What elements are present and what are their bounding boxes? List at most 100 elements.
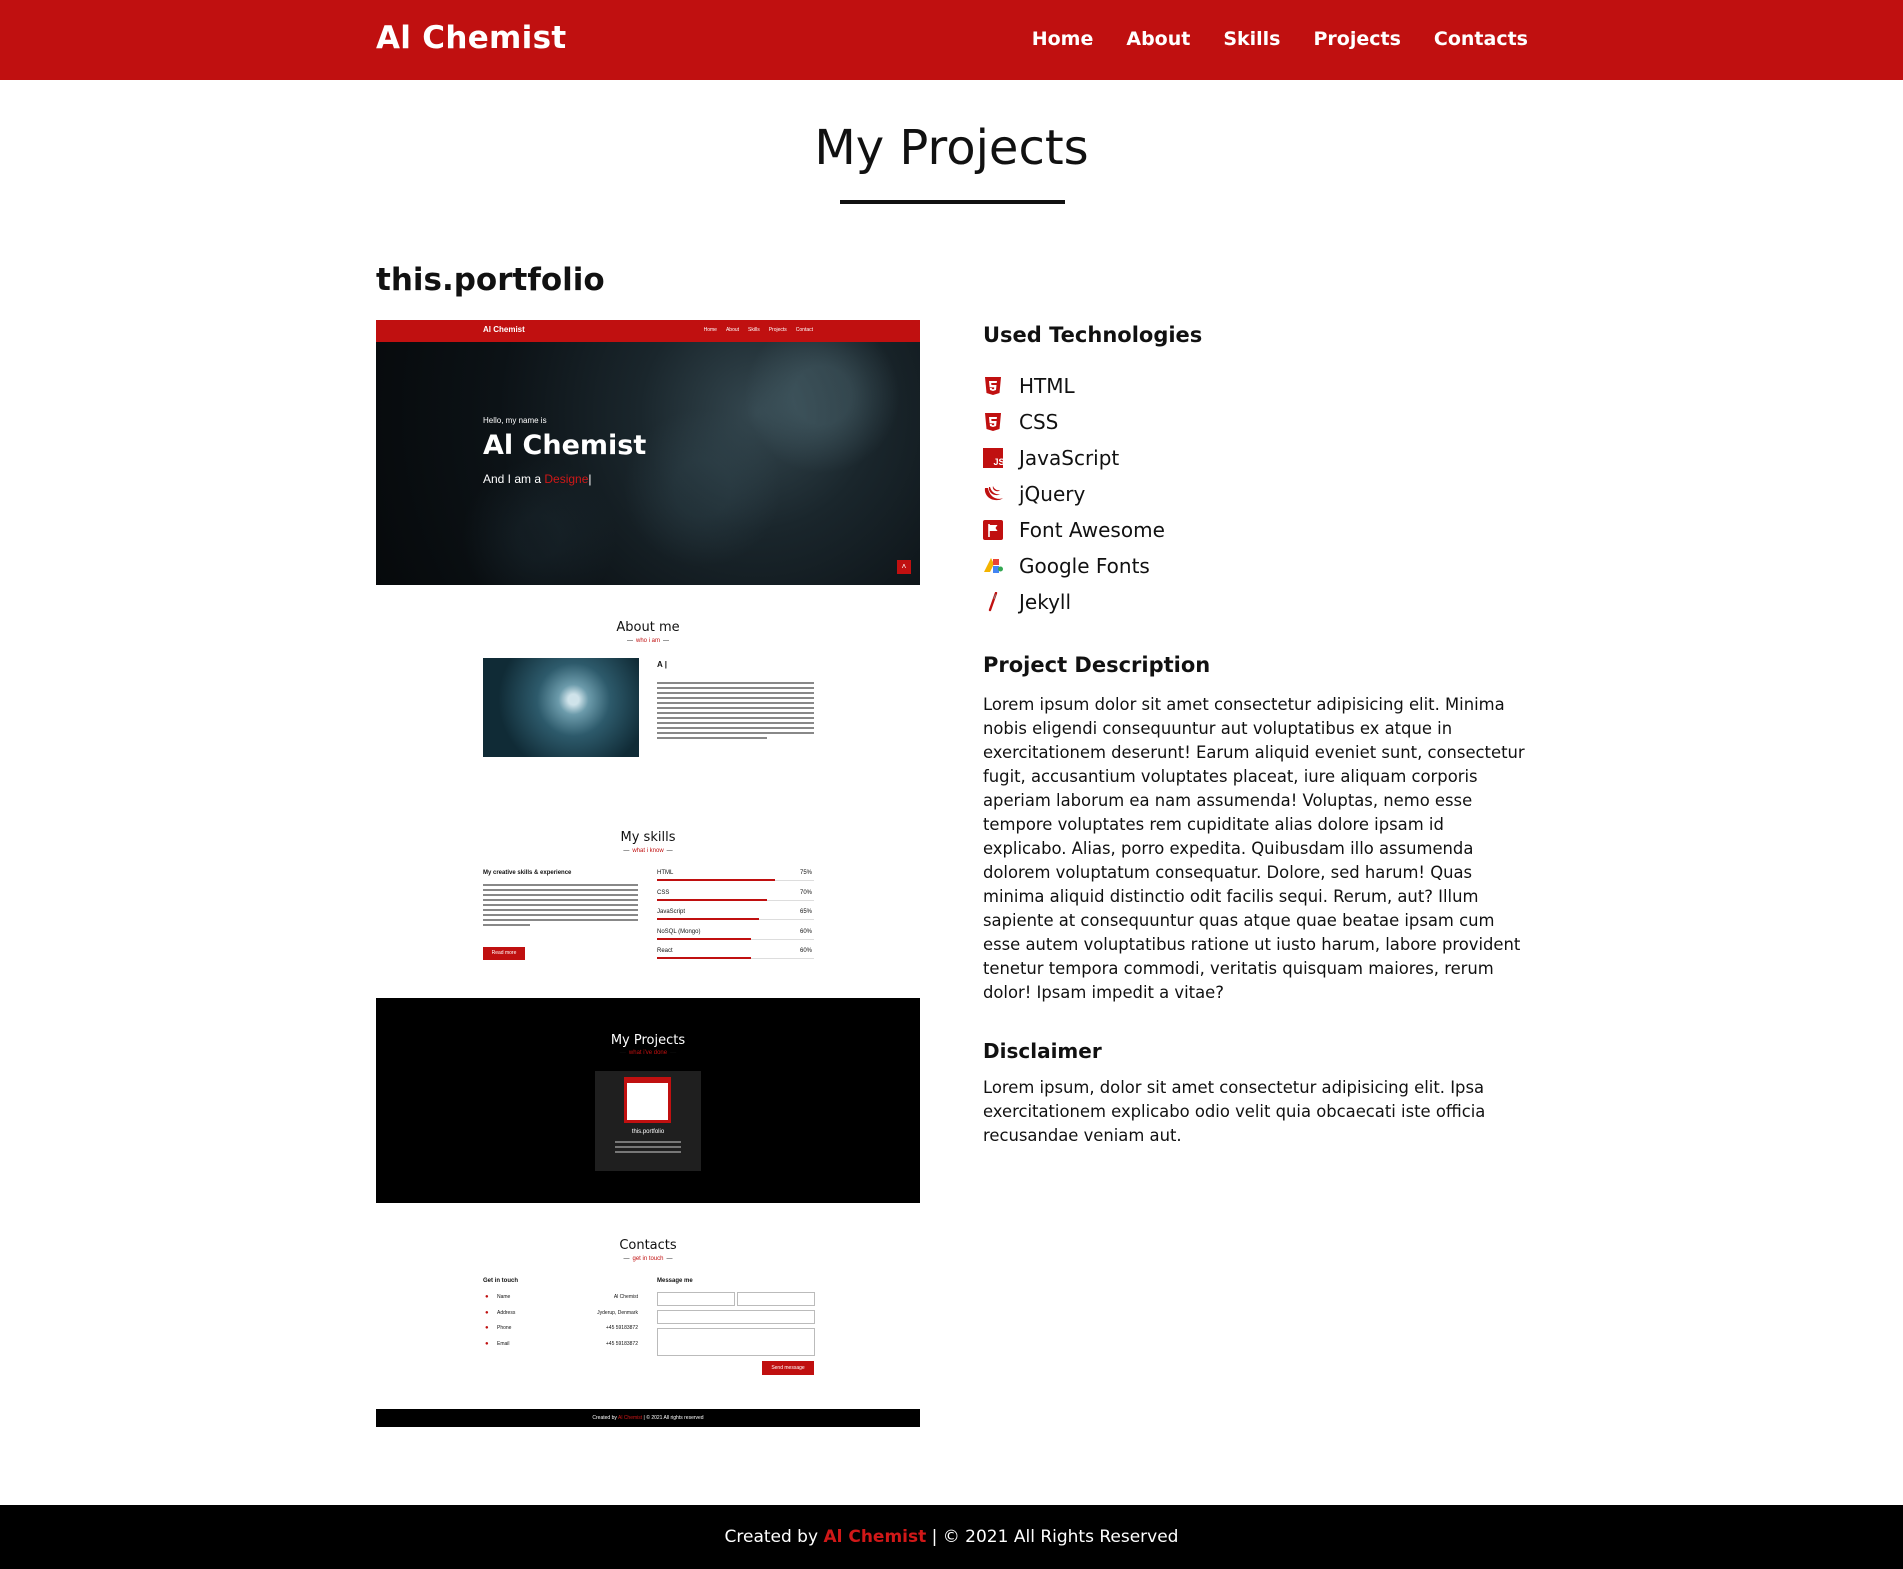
preview-skill-percent: 70%: [800, 889, 813, 896]
js-icon: JS: [983, 448, 1005, 468]
preview-name-input: [657, 1292, 735, 1306]
preview-skill-percent: 65%: [800, 909, 813, 915]
nav-link-home[interactable]: Home: [1032, 28, 1094, 50]
preview-contacts-title: Contacts: [619, 1238, 677, 1253]
preview-skill-name: CSS: [657, 889, 670, 896]
preview-contact-icon: ●: [485, 1294, 489, 1300]
preview-skill-name: JavaScript: [657, 909, 686, 915]
preview-nav-link: Contact: [795, 327, 813, 333]
preview-card-text: [615, 1141, 681, 1156]
nav-link-projects[interactable]: Projects: [1314, 28, 1401, 50]
footer-prefix: Created by: [724, 1527, 824, 1547]
preview-skill-bar: [657, 898, 767, 901]
footer-suffix: | © 2021 All Rights Reserved: [926, 1527, 1179, 1547]
nav-links: Home About Skills Projects Contacts: [1032, 28, 1528, 50]
preview-skills-text: [483, 884, 638, 929]
tech-label: HTML: [1019, 374, 1075, 398]
footer-text: Created by Al Chemist | © 2021 All Right…: [0, 1527, 1903, 1547]
tech-label: Google Fonts: [1019, 554, 1150, 578]
disclaimer-text: Lorem ipsum, dolor sit amet consectetur …: [983, 1078, 1486, 1145]
preview-about-title: About me: [616, 620, 680, 635]
preview-contact-value: +45 59183872: [605, 1325, 638, 1331]
preview-role: Designe: [544, 472, 589, 486]
brand-logo[interactable]: Al Chemist: [376, 20, 566, 56]
preview-about-image: [483, 658, 639, 757]
preview-footer-prefix: Created by: [592, 1415, 618, 1421]
preview-contact-icon: ●: [485, 1309, 489, 1316]
preview-projects-section: My Projects what i've done this.portfoli…: [376, 998, 920, 1203]
css3-icon: [983, 412, 1003, 432]
tech-label: jQuery: [1019, 482, 1086, 506]
footer-author-link[interactable]: Al Chemist: [823, 1527, 926, 1547]
tech-label: Jekyll: [1019, 590, 1072, 614]
preview-hello: Hello, my name is: [483, 416, 547, 425]
nav-link-skills[interactable]: Skills: [1223, 28, 1280, 50]
project-preview-image[interactable]: Al Chemist Home About Skills Projects Co…: [376, 320, 920, 1427]
tech-label: Font Awesome: [1019, 518, 1165, 542]
jekyll-icon: [983, 591, 1003, 612]
preview-footer-name: Al Chemist: [617, 1415, 643, 1421]
preview-footer-suffix: | © 2021 All rights reserved: [642, 1415, 704, 1421]
title-underline: [840, 200, 1065, 204]
tech-item-javascript: JS JavaScript: [983, 440, 1165, 476]
preview-card-thumbnail: [624, 1077, 671, 1123]
preview-contact-icon: ●: [485, 1340, 489, 1347]
preview-skill-name: React: [657, 948, 673, 954]
technologies-list: HTML CSS JS JavaScript jQuery Font Aweso…: [983, 368, 1165, 620]
tech-item-font-awesome: Font Awesome: [983, 512, 1165, 548]
jquery-icon: [983, 484, 1003, 504]
navbar: Al Chemist Home About Skills Projects Co…: [0, 0, 1903, 80]
preview-nav-link: Projects: [768, 327, 787, 333]
nav-link-contacts[interactable]: Contacts: [1434, 28, 1528, 50]
preview-projects-sub: what i've done: [376, 1050, 920, 1056]
tech-label: CSS: [1019, 410, 1059, 434]
preview-contact-label: Name: [497, 1294, 511, 1300]
preview-contact-label: Email: [497, 1340, 510, 1347]
preview-contact-label: Phone: [497, 1325, 512, 1331]
tech-item-html: HTML: [983, 368, 1165, 404]
preview-skill-name: HTML: [657, 870, 674, 876]
preview-skill-percent: 60%: [800, 948, 813, 954]
preview-message-input: [657, 1328, 815, 1356]
description-text: Lorem ipsum dolor sit amet consectetur a…: [983, 695, 1525, 1002]
tech-item-css: CSS: [983, 404, 1165, 440]
project-name: this.portfolio: [376, 262, 605, 298]
tech-label: JavaScript: [1019, 446, 1120, 470]
preview-skills-title: My skills: [620, 830, 676, 845]
preview-brand: Al Chemist: [483, 325, 525, 334]
preview-skill-bar: [657, 879, 775, 881]
svg-text:JS: JS: [994, 457, 1004, 467]
preview-skill-percent: 60%: [800, 928, 813, 935]
preview-hero: [376, 320, 920, 585]
preview-footer: Created by Al Chemist | © 2021 All right…: [376, 1409, 920, 1427]
preview-scroll-top-icon: ˄: [897, 560, 911, 574]
preview-project-card: this.portfolio: [595, 1071, 701, 1171]
preview-skill-bar: [657, 918, 759, 920]
description-heading: Project Description: [983, 653, 1211, 677]
preview-hero-name: Al Chemist: [483, 430, 647, 461]
preview-role-prefix: And I am a: [483, 472, 545, 486]
preview-skills-heading: My creative skills & experience: [483, 870, 572, 876]
preview-skill-percent: 75%: [800, 870, 813, 876]
site-footer: Created by Al Chemist | © 2021 All Right…: [0, 1505, 1903, 1569]
tech-item-jekyll: Jekyll: [983, 584, 1165, 620]
preview-contact-value: Jyderup, Denmark: [597, 1309, 638, 1316]
preview-nav-link: Home: [703, 327, 717, 333]
preview-card-name: this.portfolio: [631, 1129, 665, 1135]
preview-contact-value: +45 59183872: [605, 1340, 638, 1347]
html5-icon: [983, 376, 1003, 396]
google-fonts-icon: [983, 556, 1003, 576]
preview-contact-value: Al Chemist: [613, 1294, 638, 1300]
preview-about-sub: who i am: [376, 638, 920, 644]
preview-nav-link: Skills: [748, 327, 760, 333]
technologies-heading: Used Technologies: [983, 323, 1203, 347]
preview-about-name: A |: [657, 660, 667, 669]
preview-contacts-sub: get in touch: [376, 1256, 920, 1262]
font-awesome-icon: [983, 520, 1003, 540]
preview-message-me: Message me: [657, 1278, 693, 1284]
preview-projects-title: My Projects: [610, 1033, 686, 1048]
preview-navbar: Al Chemist Home About Skills Projects Co…: [376, 320, 920, 342]
nav-link-about[interactable]: About: [1126, 28, 1190, 50]
preview-skills-sub: what i know: [376, 848, 920, 854]
tech-item-jquery: jQuery: [983, 476, 1165, 512]
